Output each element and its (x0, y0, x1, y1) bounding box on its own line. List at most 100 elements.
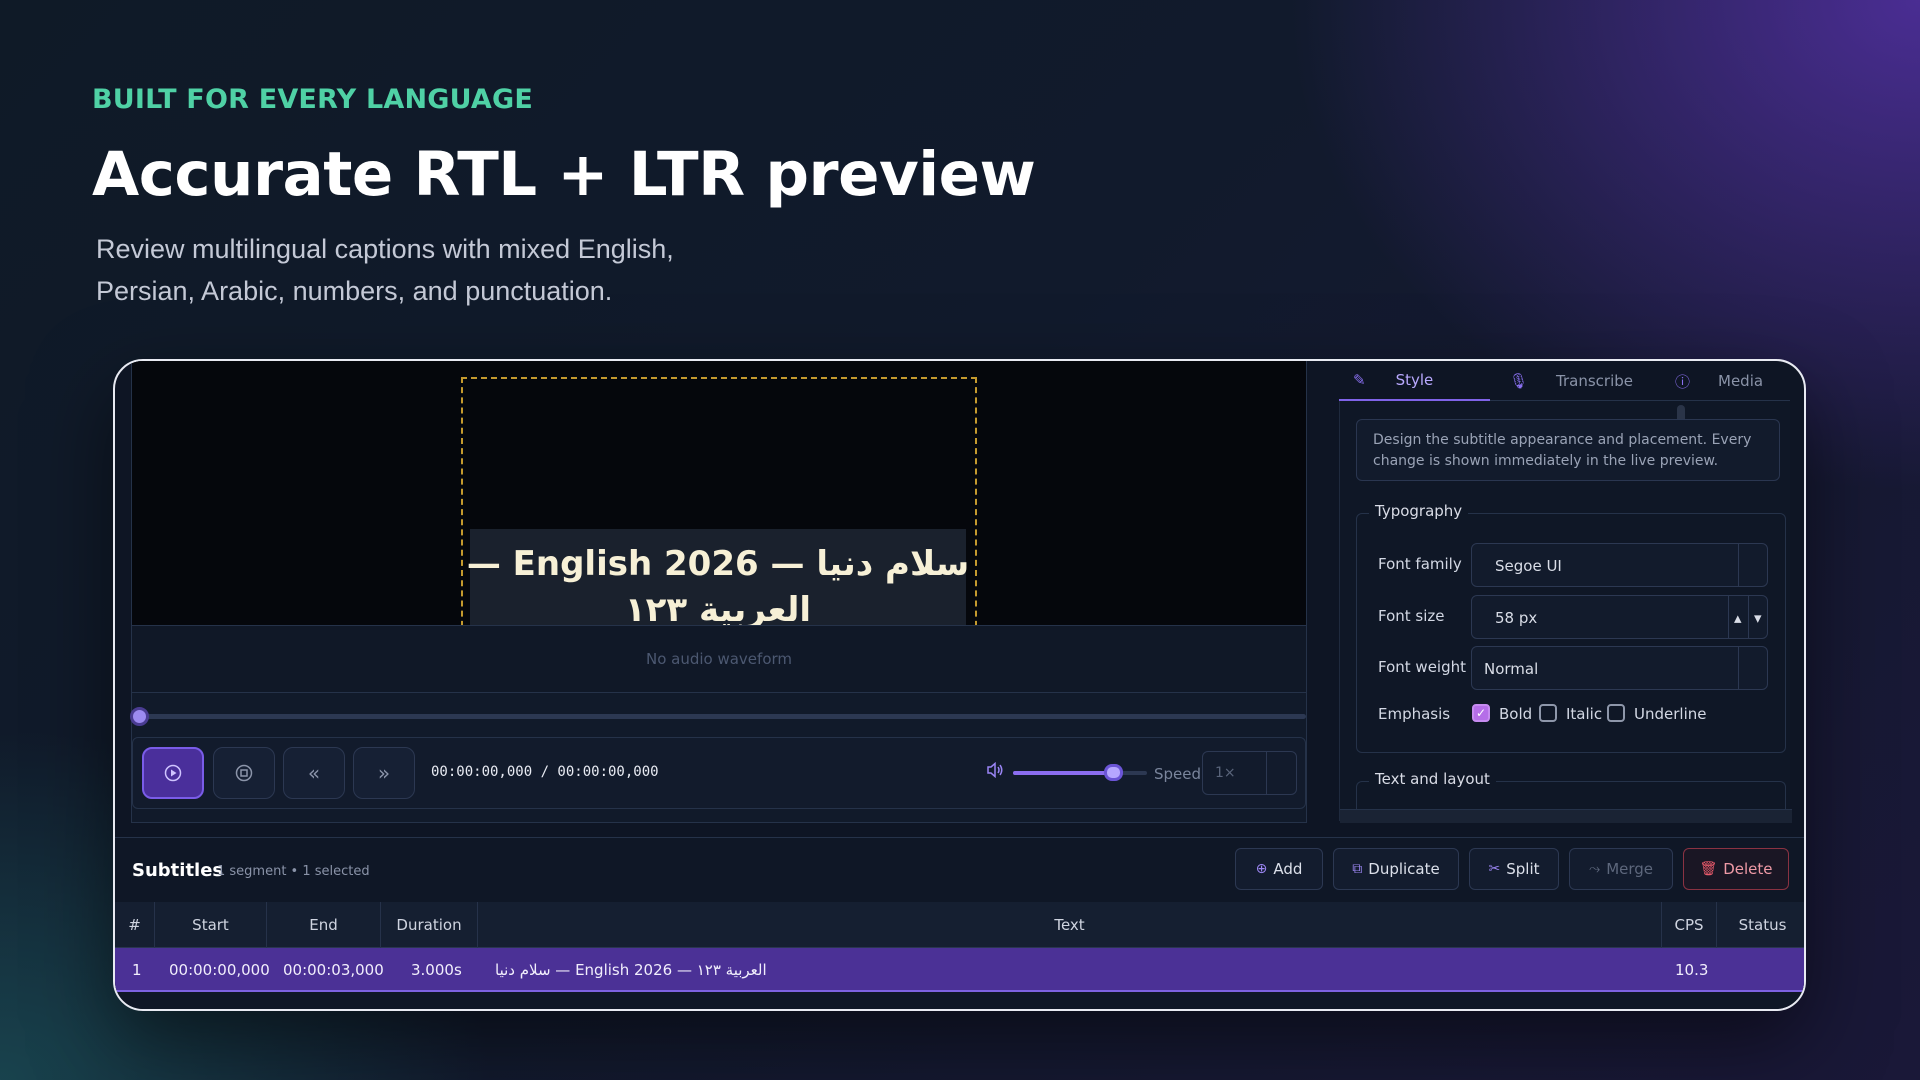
delete-button[interactable]: 🗑 Delete (1683, 848, 1789, 890)
table-header: # Start End Duration Text CPS Status (115, 902, 1804, 948)
column-header-text[interactable]: Text (478, 902, 1662, 948)
italic-label: Italic (1566, 705, 1603, 723)
hero: BUILT FOR EVERY LANGUAGE Accurate RTL + … (92, 84, 1292, 312)
underline-checkbox[interactable] (1607, 704, 1625, 722)
copy-icon: ⧉ (1352, 861, 1363, 877)
font-family-select[interactable]: Segoe UI (1471, 543, 1768, 587)
font-weight-value: Normal (1484, 660, 1539, 678)
cell-cps: 10.3 (1675, 961, 1709, 979)
column-header-status[interactable]: Status (1717, 902, 1804, 948)
volume-icon[interactable] (986, 761, 1004, 782)
subline-line-1: Review multilingual captions with mixed … (96, 234, 674, 264)
play-button[interactable] (142, 747, 204, 799)
duplicate-button[interactable]: ⧉ Duplicate (1333, 848, 1459, 890)
merge-icon: ⤳ (1588, 861, 1601, 877)
column-header-cps[interactable]: CPS (1662, 902, 1717, 948)
app-window: سلام دنیا — English 2026 — العربية ١٢٣ N… (113, 359, 1806, 1011)
emphasis-label: Emphasis (1378, 705, 1451, 723)
rewind-button[interactable]: « (283, 747, 345, 799)
plus-circle-icon: ⊕ (1255, 861, 1268, 877)
caption-line-1: سلام دنیا — English 2026 — (466, 544, 970, 584)
tab-style[interactable]: ✎ Style (1339, 361, 1490, 401)
italic-checkbox[interactable] (1539, 704, 1557, 722)
font-size-label: Font size (1378, 607, 1445, 625)
font-weight-label: Font weight (1378, 658, 1467, 676)
side-tabs: ✎ Style 🎙 Transcribe ⓘ Media (1339, 361, 1790, 401)
typography-legend: Typography (1369, 502, 1469, 520)
waveform[interactable]: No audio waveform (132, 625, 1306, 693)
increment-icon[interactable]: ▴ (1734, 609, 1742, 627)
font-weight-divider (1738, 647, 1739, 689)
subtitles-meta: 1 segment • 1 selected (217, 864, 370, 879)
font-size-divider (1728, 596, 1729, 638)
merge-label: Merge (1606, 860, 1654, 878)
info-icon: ⓘ (1675, 372, 1691, 391)
font-size-value: 58 px (1495, 609, 1538, 627)
column-header-end[interactable]: End (267, 902, 381, 948)
merge-button[interactable]: ⤳ Merge (1569, 848, 1673, 890)
panel-horizontal-scrollbar[interactable] (1340, 809, 1792, 823)
volume-thumb[interactable] (1103, 764, 1123, 781)
add-button[interactable]: ⊕ Add (1235, 848, 1323, 890)
stop-icon (235, 764, 253, 782)
speed-select[interactable]: 1× (1202, 751, 1297, 795)
stop-button[interactable] (213, 747, 275, 799)
style-info: Design the subtitle appearance and place… (1356, 419, 1780, 481)
text-layout-legend: Text and layout (1369, 770, 1496, 788)
forward-button[interactable]: » (353, 747, 415, 799)
delete-label: Delete (1723, 860, 1773, 878)
play-icon (164, 764, 182, 782)
timecode: 00:00:00,000 / 00:00:00,000 (431, 764, 659, 780)
subtitles-title: Subtitles (132, 860, 224, 881)
preview-pane: سلام دنیا — English 2026 — العربية ١٢٣ N… (130, 361, 1307, 823)
cell-text: سلام دنیا — English 2026 — العربية ١٢٣ (495, 961, 767, 979)
speed-value: 1× (1215, 765, 1236, 781)
caption-overlay[interactable]: سلام دنیا — English 2026 — العربية ١٢٣ (466, 529, 970, 625)
fast-forward-icon: » (377, 761, 391, 785)
pencil-icon: ✎ (1353, 371, 1366, 389)
decrement-icon[interactable]: ▾ (1754, 609, 1762, 627)
font-size-divider-2 (1748, 596, 1749, 638)
column-header-duration[interactable]: Duration (381, 902, 478, 948)
cell-start: 00:00:00,000 (169, 961, 270, 979)
video-preview[interactable]: سلام دنیا — English 2026 — العربية ١٢٣ (132, 361, 1306, 625)
headline: Accurate RTL + LTR preview (92, 139, 1036, 210)
caption-line-2: العربية ١٢٣ (624, 590, 812, 625)
column-header-start[interactable]: Start (155, 902, 267, 948)
table-row[interactable]: 1 00:00:00,000 00:00:03,000 3.000s سلام … (115, 948, 1804, 992)
font-size-input[interactable]: 58 px ▴ ▾ (1471, 595, 1768, 639)
subline: Review multilingual captions with mixed … (92, 228, 852, 312)
transport-bar: « » 00:00:00,000 / 00:00:00,000 Speed 1× (132, 737, 1306, 809)
tab-transcribe[interactable]: 🎙 Transcribe (1509, 361, 1649, 401)
duplicate-label: Duplicate (1368, 860, 1440, 878)
tab-style-label: Style (1395, 371, 1434, 389)
cell-end: 00:00:03,000 (283, 961, 384, 979)
seek-thumb[interactable] (130, 707, 149, 726)
scissors-icon: ✂ (1488, 861, 1501, 877)
microphone-icon: 🎙 (1509, 372, 1529, 390)
subline-line-2: Persian, Arabic, numbers, and punctuatio… (96, 276, 613, 306)
volume-fill (1013, 771, 1114, 775)
add-label: Add (1273, 860, 1303, 878)
trash-icon: 🗑 (1699, 861, 1718, 877)
eyebrow: BUILT FOR EVERY LANGUAGE (92, 84, 533, 115)
tab-media[interactable]: ⓘ Media (1675, 361, 1790, 401)
cell-index: 1 (132, 961, 142, 979)
cell-duration: 3.000s (411, 961, 462, 979)
seek-bar[interactable] (132, 714, 1306, 719)
column-header-index[interactable]: # (115, 902, 155, 948)
waveform-placeholder: No audio waveform (645, 650, 793, 668)
speed-select-divider (1266, 752, 1267, 794)
split-button[interactable]: ✂ Split (1469, 848, 1559, 890)
tab-transcribe-label: Transcribe (1556, 372, 1634, 390)
underline-label: Underline (1634, 705, 1707, 723)
bold-label: Bold (1499, 705, 1533, 723)
speed-label: Speed (1154, 765, 1202, 783)
subtitles-panel: Subtitles 1 segment • 1 selected ⊕ Add ⧉… (115, 837, 1804, 1009)
font-weight-select[interactable]: Normal (1471, 646, 1768, 690)
bold-checkbox[interactable]: ✓ (1472, 704, 1490, 722)
font-family-label: Font family (1378, 555, 1462, 573)
split-label: Split (1506, 860, 1540, 878)
rewind-icon: « (307, 761, 321, 785)
tab-media-label: Media (1718, 372, 1764, 390)
